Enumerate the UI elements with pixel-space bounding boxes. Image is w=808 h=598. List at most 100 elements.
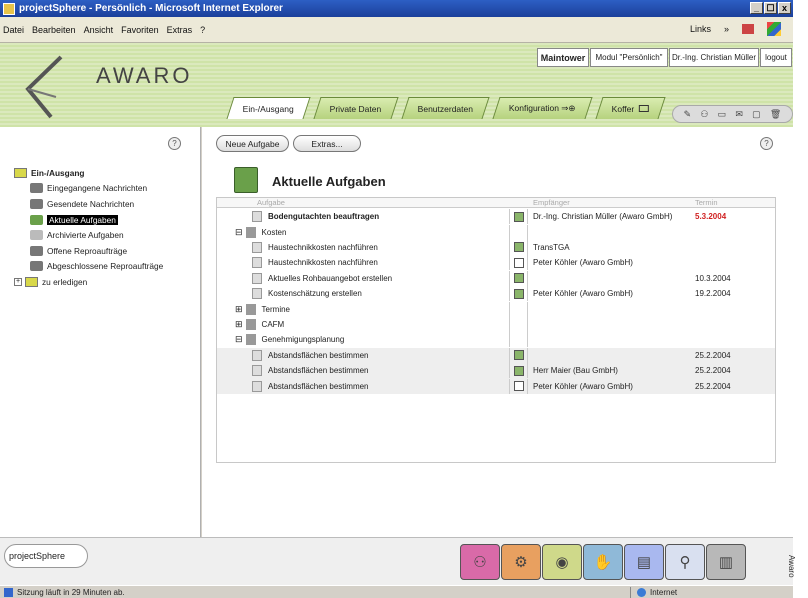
task-label: Kostenschätzung erstellen	[268, 289, 362, 299]
recipient-cell: TransTGA	[533, 242, 570, 252]
tree-node-eingegangene[interactable]: Eingegangene Nachrichten	[14, 181, 163, 197]
help-button[interactable]: ?	[168, 137, 181, 150]
task-label: Aktuelles Rohbauangebot erstellen	[268, 273, 393, 283]
hand-icon: ✋	[593, 554, 613, 571]
col-task-header[interactable]: Aufgabe	[257, 198, 285, 207]
window-title: projectSphere - Persönlich - Microsoft I…	[19, 3, 283, 14]
task-label: Bodengutachten beauftragen	[268, 212, 380, 222]
trash-icon[interactable]: 🗑	[770, 109, 781, 120]
logout-link[interactable]: logout	[760, 48, 792, 67]
done-status-icon[interactable]	[513, 365, 524, 376]
done-status-icon[interactable]	[513, 350, 524, 361]
tab-koffer[interactable]: Koffer	[594, 97, 665, 119]
pen-icon[interactable]: ✎	[684, 109, 692, 120]
people-icon[interactable]: ⚇	[700, 109, 708, 120]
task-icon	[252, 380, 262, 392]
task-cell: Aktuelles Rohbauangebot erstellen	[235, 272, 393, 284]
gears-module-button[interactable]: ⚙	[501, 544, 541, 580]
expand-toggle[interactable]: ⊞	[235, 304, 243, 315]
tree-node-ein-ausgang[interactable]: Ein-/Ausgang	[14, 165, 163, 181]
table-row[interactable]: Aktuelles Rohbauangebot erstellen 10.3.20…	[217, 270, 775, 286]
help-button[interactable]: ?	[760, 137, 773, 150]
tree-node-aktuelle-aufgaben[interactable]: Aktuelle Aufgaben	[14, 212, 163, 228]
table-row[interactable]: Kostenschätzung erstellen Peter Köhler (A…	[217, 286, 775, 302]
snagit-icon[interactable]	[742, 24, 754, 34]
links-chevron[interactable]: »	[724, 24, 729, 34]
recipient-cell: Peter Köhler (Awaro GmbH)	[533, 289, 633, 299]
tab-label: Ein-/Ausgang	[242, 103, 294, 114]
col-recipient-header[interactable]: Empfänger	[533, 198, 570, 207]
close-button[interactable]: x	[778, 2, 791, 14]
group-row[interactable]: ⊟ Genehmigungsplanung	[217, 332, 775, 348]
done-status-icon[interactable]	[513, 273, 524, 284]
group-row[interactable]: ⊞ CAFM	[217, 316, 775, 332]
table-row[interactable]: Haustechnikkosten nachführen TransTGA	[217, 239, 775, 255]
tab-private-daten[interactable]: Private Daten	[313, 97, 399, 119]
table-row[interactable]: Bodengutachten beauftragen Dr.-Ing. Chris…	[217, 209, 775, 225]
open-status-icon[interactable]	[513, 257, 524, 268]
open-status-icon[interactable]	[513, 381, 524, 392]
menu-datei[interactable]: Datei	[3, 25, 24, 35]
tab-konfiguration[interactable]: Konfiguration ⇒⊕	[492, 97, 593, 119]
menu-help[interactable]: ?	[200, 25, 205, 35]
done-status-icon[interactable]	[513, 211, 524, 222]
col-date-header[interactable]: Termin	[695, 198, 718, 207]
links-label[interactable]: Links	[690, 24, 711, 34]
tab-ein-ausgang[interactable]: Ein-/Ausgang	[226, 97, 311, 119]
expand-toggle[interactable]: ⊟	[235, 227, 243, 238]
tree-node-zu-erledigen[interactable]: + zu erledigen	[14, 274, 163, 290]
extras-button[interactable]: Extras...	[293, 135, 361, 152]
menu-ansicht[interactable]: Ansicht	[84, 25, 114, 35]
group-row[interactable]: ⊞ Termine	[217, 301, 775, 317]
menu-extras[interactable]: Extras	[167, 25, 193, 35]
tree-label: zu erledigen	[42, 276, 88, 287]
task-icon	[252, 288, 262, 300]
task-icon	[252, 349, 262, 361]
maximize-button[interactable]: ☐	[764, 2, 777, 14]
menu-bar: Datei Bearbeiten Ansicht Favoriten Extra…	[0, 17, 793, 43]
task-cell: ⊞ Termine	[235, 303, 290, 315]
tree-node-archivierte[interactable]: Archivierte Aufgaben	[14, 227, 163, 243]
status-cell	[509, 239, 528, 255]
group-row[interactable]: ⊟ Kosten	[217, 224, 775, 240]
recipient-cell: Peter Köhler (Awaro GmbH)	[533, 258, 633, 268]
tab-benutzerdaten[interactable]: Benutzerdaten	[400, 97, 490, 119]
folder-icon[interactable]: ▢	[752, 109, 761, 120]
expand-toggle[interactable]: ⊟	[235, 334, 243, 345]
status-cell	[509, 286, 528, 302]
task-icon	[252, 257, 262, 269]
status-cell	[509, 209, 528, 225]
disc-module-button[interactable]: ◉	[542, 544, 582, 580]
tree-node-gesendete[interactable]: Gesendete Nachrichten	[14, 196, 163, 212]
table-row[interactable]: Haustechnikkosten nachführen Peter Köhler…	[217, 255, 775, 271]
done-status-icon[interactable]	[513, 288, 524, 299]
menu-bearbeiten[interactable]: Bearbeiten	[32, 25, 76, 35]
date-cell: 25.2.2004	[695, 350, 731, 360]
card-icon[interactable]: ▭	[718, 109, 727, 120]
expand-toggle[interactable]: ⊞	[235, 319, 243, 330]
document-module-button[interactable]: ▤	[624, 544, 664, 580]
tray-icon	[30, 183, 43, 194]
user-name[interactable]: Dr.-Ing. Christian Müller	[669, 48, 759, 67]
project-name[interactable]: Maintower	[537, 48, 589, 67]
people-module-button[interactable]: ⚇	[460, 544, 500, 580]
projectsphere-button[interactable]: projectSphere	[4, 544, 88, 568]
table-row[interactable]: Abstandsflächen bestimmen 25.2.2004	[217, 347, 775, 363]
done-status-icon[interactable]	[513, 242, 524, 253]
hand-module-button[interactable]: ✋	[583, 544, 623, 580]
new-task-button[interactable]: Neue Aufgabe	[216, 135, 289, 152]
magnifier-module-button[interactable]: ⚲	[665, 544, 705, 580]
quick-toolbar: ✎ ⚇ ▭ ✉ ▢ 🗑	[672, 105, 793, 123]
table-row[interactable]: Abstandsflächen bestimmen Peter Köhler (A…	[217, 378, 775, 394]
table-row[interactable]: Abstandsflächen bestimmen Herr Maier (Bau…	[217, 363, 775, 379]
module-label[interactable]: Modul "Persönlich"	[590, 48, 668, 67]
content-pane: Neue Aufgabe Extras... ? Aktuelle Aufgab…	[202, 127, 793, 537]
mail-icon[interactable]: ✉	[735, 109, 743, 120]
building-module-button[interactable]: ▥	[706, 544, 746, 580]
minimize-button[interactable]: _	[750, 2, 763, 14]
tree-node-abgeschlossene-repro[interactable]: Abgeschlossene Reproaufträge	[14, 259, 163, 275]
tree-node-offene-repro[interactable]: Offene Reproaufträge	[14, 243, 163, 259]
menu-favoriten[interactable]: Favoriten	[121, 25, 159, 35]
expand-toggle[interactable]: +	[14, 277, 22, 286]
task-label: Haustechnikkosten nachführen	[268, 258, 378, 268]
